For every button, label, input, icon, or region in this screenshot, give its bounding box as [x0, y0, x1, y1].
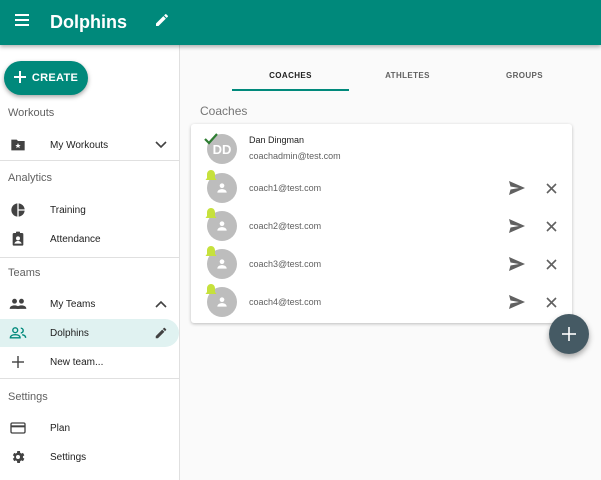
- close-icon: [545, 220, 557, 232]
- section-heading-workouts: Workouts: [8, 107, 55, 119]
- person-icon: [217, 183, 227, 193]
- page-title: Dolphins: [50, 12, 127, 32]
- sidebar-item-label: New team...: [50, 356, 104, 368]
- sidebar-item-label: Training: [50, 204, 86, 216]
- pencil-icon[interactable]: [153, 325, 169, 341]
- section-title: Coaches: [200, 104, 248, 118]
- coach-email: coach2@test.com: [249, 221, 322, 231]
- coach-row: coach3@test.com: [191, 245, 572, 283]
- coach-row: coach2@test.com: [191, 207, 572, 245]
- sidebar-item-new-team[interactable]: New team...: [0, 348, 179, 376]
- person-icon: [217, 259, 227, 269]
- create-button[interactable]: CREATE: [4, 61, 88, 95]
- pending-icon: [204, 207, 218, 221]
- plus-icon: [562, 327, 576, 341]
- remove-coach-button[interactable]: [541, 254, 561, 274]
- sidebar-item-training[interactable]: Training: [0, 196, 179, 224]
- sidebar-item-label: Dolphins: [50, 327, 89, 339]
- send-icon: [509, 295, 525, 309]
- coach-row: DD Dan Dingman coachadmin@test.com: [191, 132, 572, 170]
- close-icon: [545, 258, 557, 270]
- active-tab-indicator: [232, 89, 349, 91]
- pending-icon: [204, 245, 218, 259]
- sidebar-item-settings[interactable]: Settings: [0, 443, 179, 471]
- pie-chart-icon: [8, 200, 28, 220]
- divider: [0, 160, 179, 161]
- pending-icon: [204, 169, 218, 183]
- send-icon: [509, 257, 525, 271]
- coach-name: Dan Dingman: [249, 135, 305, 145]
- coach-row: coach1@test.com: [191, 169, 572, 207]
- person-icon: [217, 221, 227, 231]
- tab-athletes[interactable]: ATHLETES: [349, 58, 466, 92]
- sidebar-item-label: My Teams: [50, 298, 96, 310]
- plus-icon: [8, 352, 28, 372]
- close-icon: [545, 182, 557, 194]
- person-icon: [217, 297, 227, 307]
- coach-email: coach4@test.com: [249, 297, 322, 307]
- sidebar-item-my-teams[interactable]: My Teams: [0, 290, 179, 318]
- credit-card-icon: [8, 418, 28, 438]
- menu-button[interactable]: [4, 5, 40, 41]
- remove-coach-button[interactable]: [541, 216, 561, 236]
- pending-icon: [204, 283, 218, 297]
- app-bar: Dolphins: [0, 0, 601, 45]
- divider: [0, 378, 179, 379]
- sidebar-item-label: Settings: [50, 451, 87, 463]
- tab-groups[interactable]: GROUPS: [466, 58, 583, 92]
- sidebar-item-dolphins[interactable]: Dolphins: [0, 319, 179, 347]
- send-icon: [509, 219, 525, 233]
- sidebar-item-label: Attendance: [50, 233, 101, 245]
- gear-icon: [8, 447, 28, 467]
- coaches-card: DD Dan Dingman coachadmin@test.com coach…: [191, 124, 572, 323]
- close-icon: [545, 296, 557, 308]
- send-invite-button[interactable]: [507, 216, 527, 236]
- check-icon: [204, 132, 218, 146]
- chevron-down-icon[interactable]: [153, 137, 169, 153]
- divider: [0, 257, 179, 258]
- add-coach-button[interactable]: [549, 314, 589, 354]
- send-invite-button[interactable]: [507, 178, 527, 198]
- edit-team-button[interactable]: [147, 8, 177, 38]
- people-icon: [8, 294, 28, 314]
- chevron-up-icon[interactable]: [153, 296, 169, 312]
- pencil-icon: [154, 12, 170, 33]
- clipboard-person-icon: [8, 229, 28, 249]
- section-heading-analytics: Analytics: [8, 172, 53, 184]
- tab-coaches[interactable]: COACHES: [232, 58, 349, 92]
- remove-coach-button[interactable]: [541, 178, 561, 198]
- sidebar-item-label: My Workouts: [50, 139, 109, 151]
- send-icon: [509, 181, 525, 195]
- tab-bar: COACHES ATHLETES GROUPS: [180, 58, 601, 92]
- menu-icon: [14, 13, 30, 32]
- app-root: Dolphins CREATE Workouts My Workouts Ana…: [0, 0, 601, 480]
- coach-row: coach4@test.com: [191, 283, 572, 321]
- sidebar: CREATE Workouts My Workouts Analytics Tr…: [0, 45, 180, 480]
- create-label: CREATE: [31, 72, 79, 84]
- plus-icon: [13, 70, 26, 86]
- team-icon: [8, 323, 28, 343]
- starred-folder-icon: [8, 135, 28, 155]
- coach-email: coach1@test.com: [249, 183, 322, 193]
- section-heading-settings: Settings: [8, 391, 48, 403]
- coach-email: coachadmin@test.com: [249, 151, 341, 161]
- coach-email: coach3@test.com: [249, 259, 322, 269]
- send-invite-button[interactable]: [507, 292, 527, 312]
- sidebar-item-label: Plan: [50, 422, 71, 434]
- sidebar-item-attendance[interactable]: Attendance: [0, 225, 179, 253]
- remove-coach-button[interactable]: [541, 292, 561, 312]
- sidebar-item-plan[interactable]: Plan: [0, 414, 179, 442]
- section-heading-teams: Teams: [8, 267, 41, 279]
- send-invite-button[interactable]: [507, 254, 527, 274]
- sidebar-item-my-workouts[interactable]: My Workouts: [0, 131, 179, 159]
